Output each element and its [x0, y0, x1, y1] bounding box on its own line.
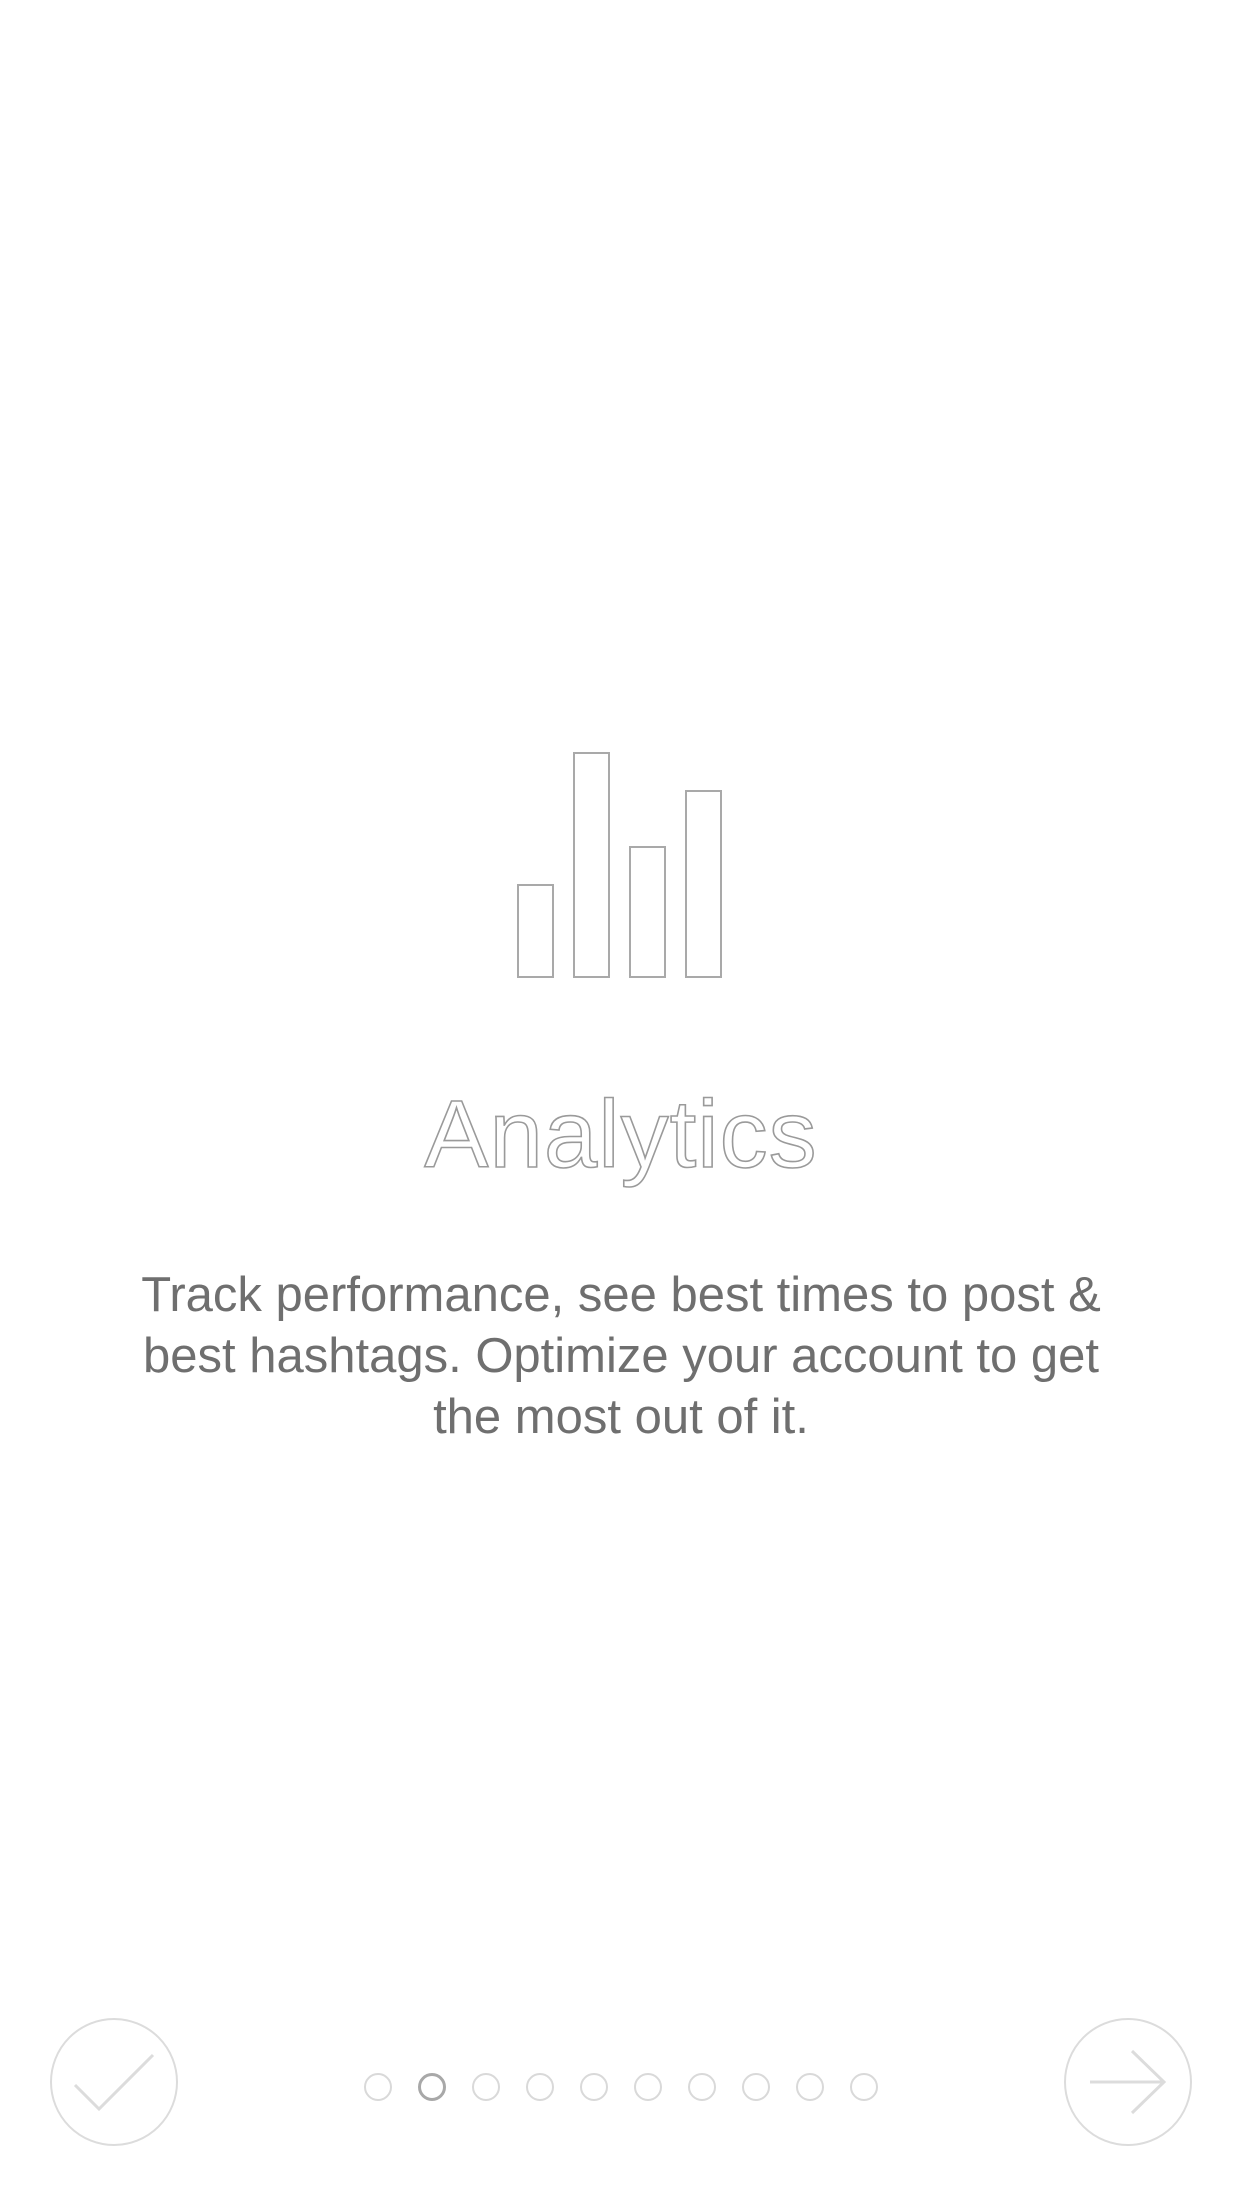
page-dot[interactable] [364, 2073, 392, 2101]
page-indicator [0, 2073, 1242, 2101]
page-dot[interactable] [580, 2073, 608, 2101]
page-dot[interactable] [688, 2073, 716, 2101]
next-button[interactable] [1064, 2018, 1192, 2146]
page-dot[interactable] [526, 2073, 554, 2101]
page-title: Analytics [424, 1080, 818, 1189]
page-dot[interactable] [634, 2073, 662, 2101]
bar-chart-icon [517, 752, 722, 978]
page-dot[interactable] [796, 2073, 824, 2101]
page-dot[interactable] [742, 2073, 770, 2101]
page-dot[interactable] [418, 2073, 446, 2101]
arrow-right-icon [1090, 2049, 1167, 2115]
page-dot[interactable] [472, 2073, 500, 2101]
feature-description: Track performance, see best times to pos… [141, 1268, 1101, 1444]
page-dot[interactable] [850, 2073, 878, 2101]
